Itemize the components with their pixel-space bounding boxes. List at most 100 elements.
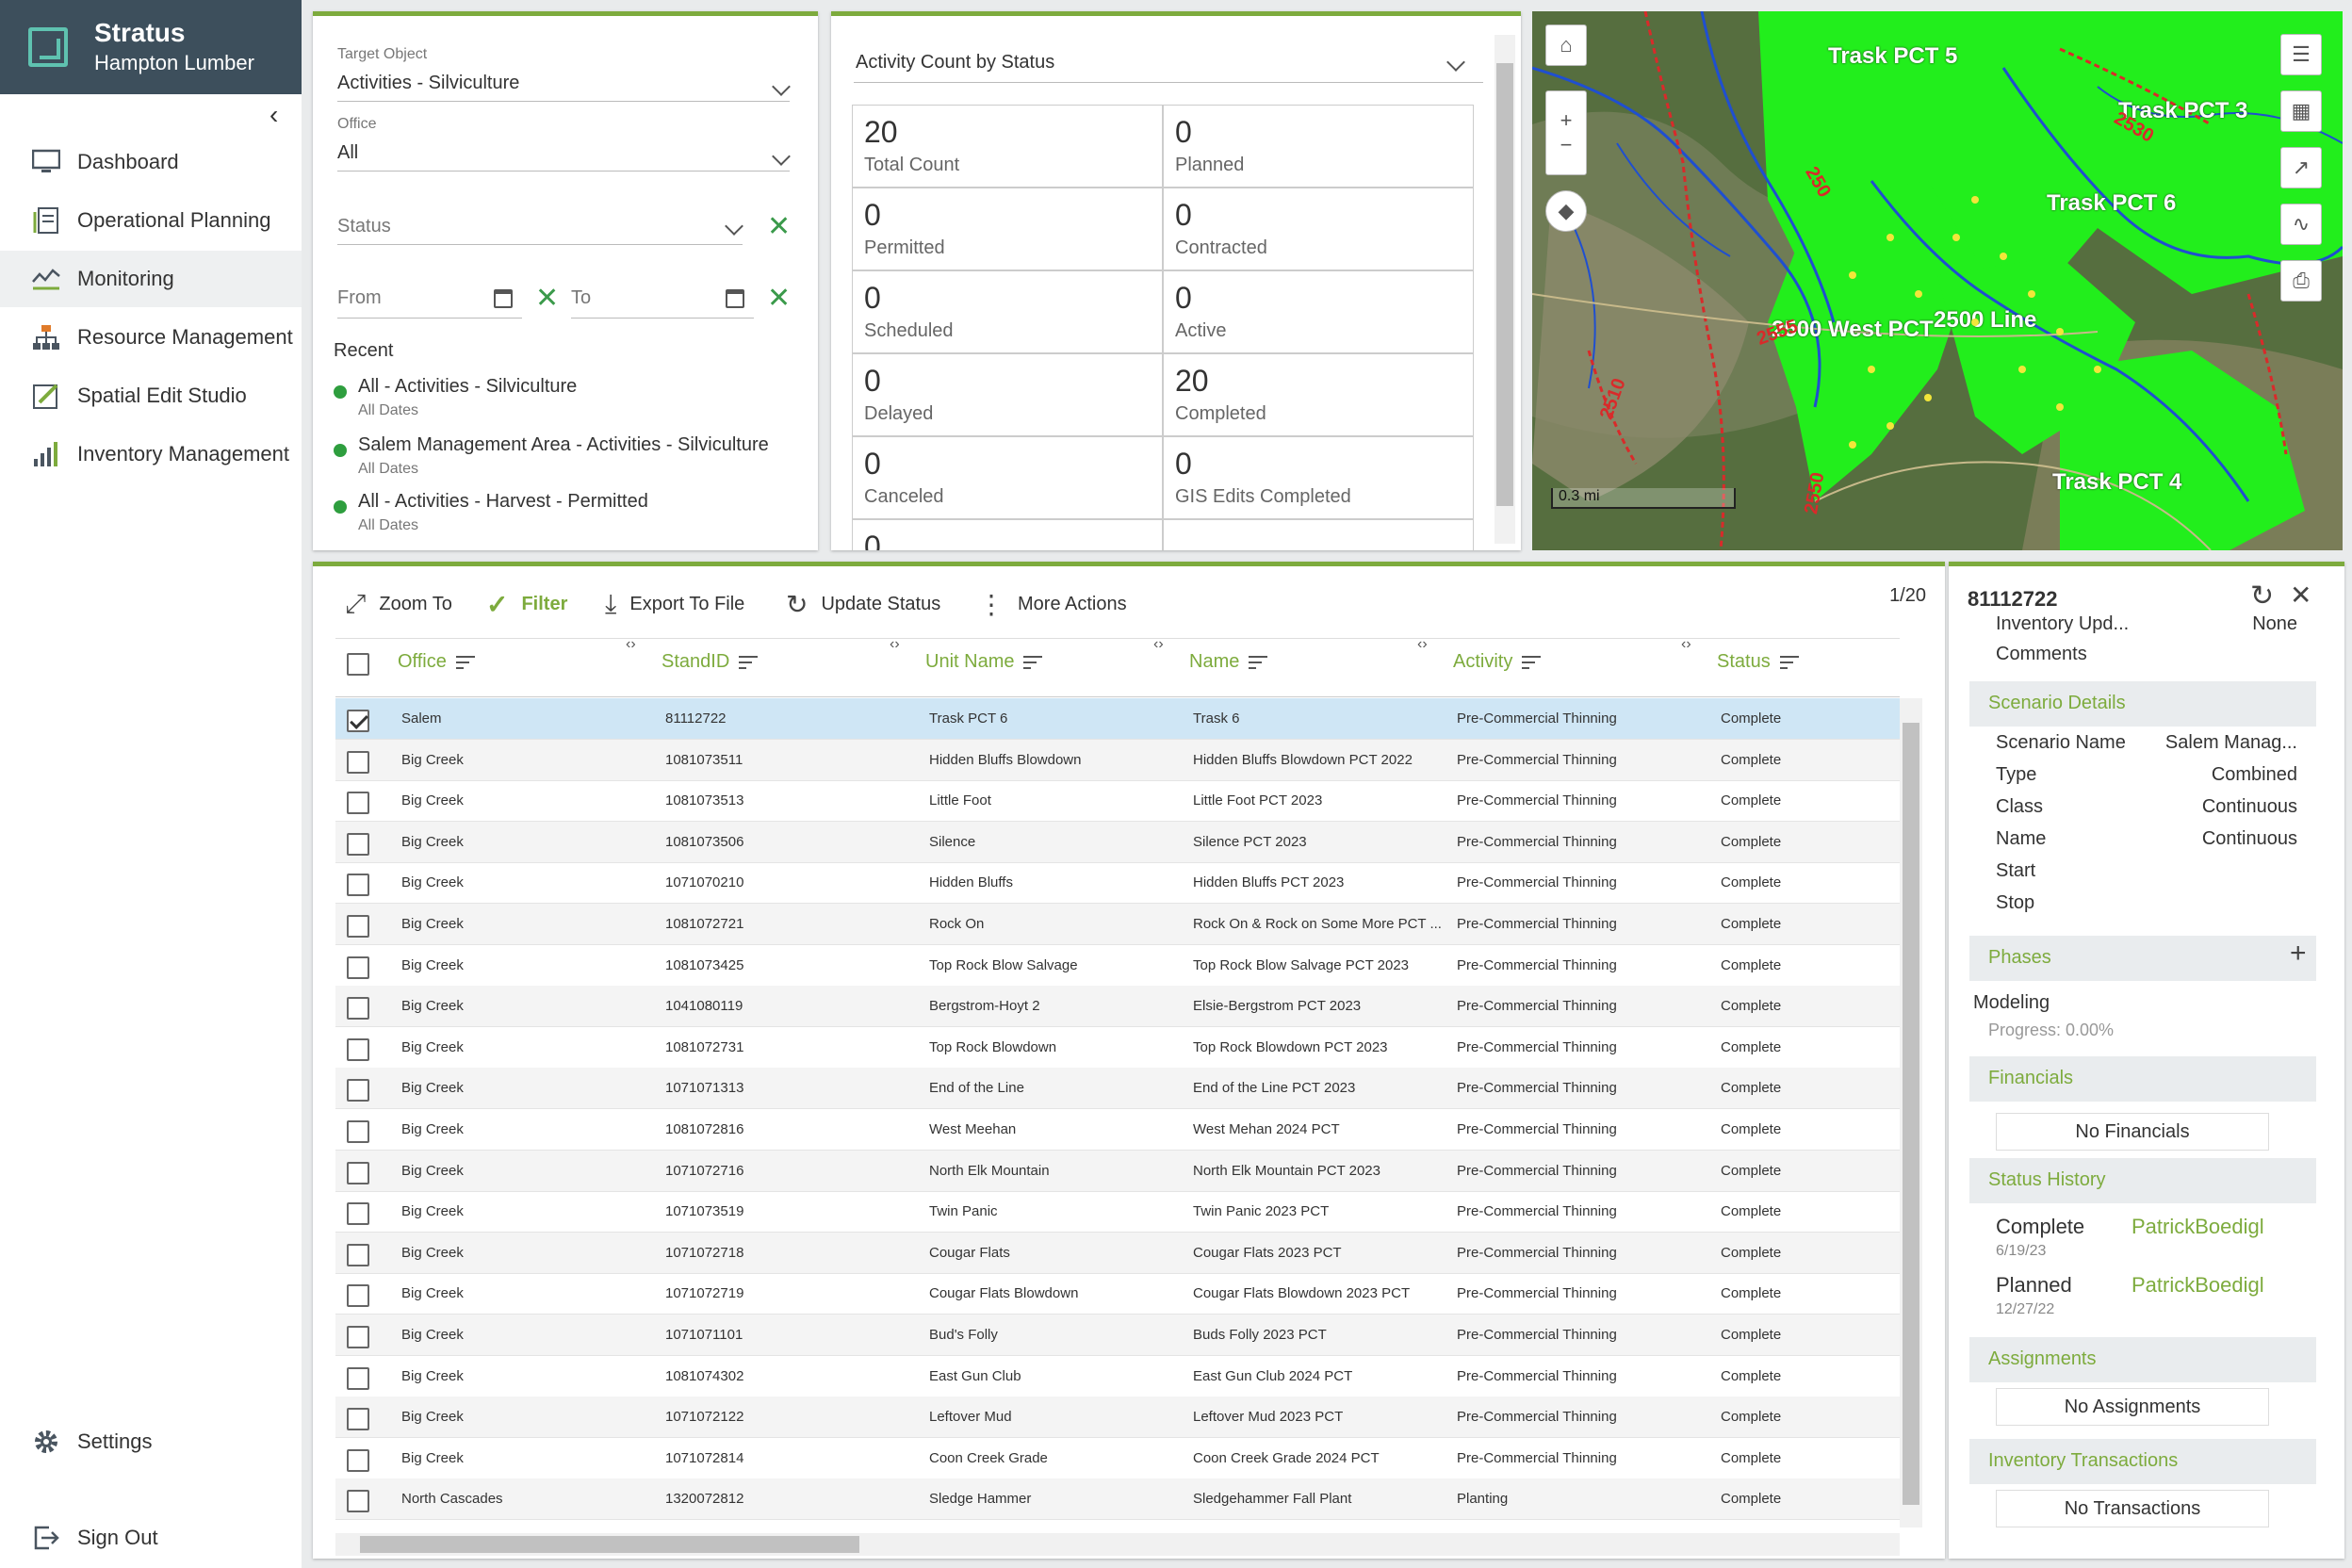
row-checkbox[interactable] [347, 1408, 369, 1431]
nav-resource-management[interactable]: Resource Management [0, 309, 302, 366]
column-resize-icon[interactable]: ‹› [626, 636, 636, 653]
column-header[interactable]: Unit Name [925, 651, 1043, 673]
sort-icon[interactable] [1249, 655, 1268, 669]
column-header[interactable]: Status [1717, 651, 1799, 673]
column-resize-icon[interactable]: ‹› [890, 636, 900, 653]
table-row[interactable]: Big Creek 1081073511 Hidden Bluffs Blowdow… [335, 739, 1900, 781]
count-cell[interactable]: 20 Total Count [852, 105, 1163, 188]
from-date-input[interactable]: From [337, 287, 382, 309]
office-select[interactable]: All [337, 142, 358, 164]
column-header[interactable]: Name [1189, 651, 1268, 673]
refresh-icon[interactable]: ↻ [2250, 580, 2274, 612]
assignments-section[interactable]: Assignments [1969, 1337, 2316, 1382]
row-checkbox[interactable] [347, 915, 369, 938]
compass-icon[interactable]: ◆ [1545, 190, 1587, 232]
table-row[interactable]: Big Creek 1081072731 Top Rock Blowdown Top … [335, 1027, 1900, 1069]
count-cell[interactable]: 0 [852, 519, 1163, 550]
column-header[interactable]: StandID [662, 651, 759, 673]
row-checkbox[interactable] [347, 1243, 369, 1266]
history-user-link[interactable]: PatrickBoedigl [2132, 1215, 2264, 1239]
sort-icon[interactable] [455, 655, 475, 669]
table-row[interactable]: Big Creek 1071072716 North Elk Mountain Nor… [335, 1150, 1900, 1192]
table-row[interactable]: Big Creek 1081073425 Top Rock Blow Salvage… [335, 945, 1900, 987]
table-row[interactable]: Big Creek 1081073513 Little Foot Little Foo… [335, 780, 1900, 823]
table-row[interactable]: Big Creek 1071072122 Leftover Mud Leftover … [335, 1396, 1900, 1439]
status-history-section[interactable]: Status History [1969, 1158, 2316, 1203]
chevron-down-icon[interactable] [725, 217, 743, 236]
zoom-in-icon[interactable]: + [1560, 108, 1573, 133]
table-row[interactable]: Big Creek 1071072718 Cougar Flats Cougar Fl… [335, 1232, 1900, 1274]
column-resize-icon[interactable]: ‹› [1417, 636, 1428, 653]
row-checkbox[interactable] [347, 1490, 369, 1513]
phases-section[interactable]: Phases [1969, 936, 2316, 981]
row-checkbox[interactable] [347, 997, 369, 1021]
update-status-button[interactable]: ↻ Update Status [786, 589, 940, 620]
table-row[interactable]: Big Creek 1081074302 East Gun Club East Gun… [335, 1356, 1900, 1397]
status-select[interactable]: Status [337, 216, 391, 237]
zoom-to-button[interactable]: ⤢ Zoom To [345, 589, 452, 620]
more-actions-button[interactable]: ⋮ More Actions [978, 589, 1127, 620]
open-external-icon[interactable]: ↗ [2280, 147, 2322, 188]
table-row[interactable]: Salem 81112722 Trask PCT 6 Trask 6 Pre-Comme… [335, 698, 1900, 740]
table-row[interactable]: Big Creek 1071073519 Twin Panic Twin Panic … [335, 1191, 1900, 1233]
count-cell[interactable]: 0 Canceled [852, 436, 1163, 519]
row-checkbox[interactable] [347, 1079, 369, 1102]
table-vertical-scrollbar[interactable] [1900, 698, 1922, 1527]
nav-spatial-edit-studio[interactable]: Spatial Edit Studio [0, 368, 302, 424]
table-row[interactable]: North Cascades 1320072812 Sledge Hammer Sle… [335, 1478, 1900, 1521]
count-cell[interactable]: 20 Completed [1163, 353, 1474, 436]
table-horizontal-scrollbar[interactable] [335, 1533, 1900, 1556]
table-row[interactable]: Big Creek 1071072814 Coon Creek Grade Coon … [335, 1438, 1900, 1479]
home-icon[interactable]: ⌂ [1545, 24, 1587, 66]
map-view[interactable]: Trask PCT 5 Trask PCT 3 Trask PCT 6 2500… [1532, 11, 2343, 550]
row-checkbox[interactable] [347, 1448, 369, 1472]
nav-sign-out[interactable]: Sign Out [0, 1510, 302, 1566]
row-checkbox[interactable] [347, 1284, 369, 1308]
to-date-input[interactable]: To [571, 287, 591, 309]
export-button[interactable]: ⤓ Export To File [605, 589, 744, 620]
table-row[interactable]: Big Creek 1071071101 Bud's Folly Buds Folly… [335, 1315, 1900, 1356]
inventory-transactions-section[interactable]: Inventory Transactions [1969, 1439, 2316, 1484]
collapse-sidebar-icon[interactable]: ‹ [270, 100, 278, 130]
nav-inventory-management[interactable]: Inventory Management [0, 426, 302, 482]
sort-icon[interactable] [739, 655, 759, 669]
column-resize-icon[interactable]: ‹› [1153, 636, 1164, 653]
row-checkbox[interactable] [347, 874, 369, 897]
activity-count-select[interactable]: Activity Count by Status [856, 52, 1054, 74]
select-all-checkbox[interactable] [347, 653, 369, 676]
row-checkbox[interactable] [347, 750, 369, 774]
sort-icon[interactable] [1023, 655, 1043, 669]
count-cell[interactable]: 0 Planned [1163, 105, 1474, 188]
sort-icon[interactable] [1522, 655, 1542, 669]
clear-from-icon[interactable]: ✕ [535, 282, 559, 315]
row-checkbox[interactable] [347, 1161, 369, 1184]
scenario-details-section[interactable]: Scenario Details [1969, 681, 2316, 727]
table-row[interactable]: Big Creek 1071071313 End of the Line End of… [335, 1068, 1900, 1110]
history-user-link[interactable]: PatrickBoedigl [2132, 1273, 2264, 1298]
column-header[interactable]: Office [398, 651, 475, 673]
nav-dashboard[interactable]: Dashboard [0, 134, 302, 190]
counts-scrollbar[interactable] [1494, 35, 1515, 544]
row-checkbox[interactable] [347, 710, 369, 732]
nav-settings[interactable]: Settings [0, 1413, 302, 1470]
row-checkbox[interactable] [347, 1202, 369, 1226]
chevron-down-icon[interactable] [1446, 53, 1465, 72]
count-cell[interactable]: 0 Active [1163, 270, 1474, 353]
basemap-gallery-icon[interactable]: ▦ [2280, 90, 2322, 132]
nav-operational-planning[interactable]: Operational Planning [0, 192, 302, 249]
calendar-icon[interactable] [726, 289, 744, 308]
clear-to-icon[interactable]: ✕ [767, 282, 791, 315]
table-row[interactable]: Big Creek 1081073506 Silence Silence PCT 20… [335, 821, 1900, 863]
table-row[interactable]: Big Creek 1071072719 Cougar Flats Blowdown… [335, 1273, 1900, 1315]
table-row[interactable]: Big Creek 1041080119 Bergstrom-Hoyt 2 Elsie… [335, 986, 1900, 1028]
target-object-select[interactable]: Activities - Silviculture [337, 73, 519, 94]
row-checkbox[interactable] [347, 1326, 369, 1348]
filter-button[interactable]: ✓ Filter [486, 589, 567, 620]
row-checkbox[interactable] [347, 1037, 369, 1061]
column-header[interactable]: Activity [1453, 651, 1542, 673]
count-cell[interactable]: 0 Scheduled [852, 270, 1163, 353]
calendar-icon[interactable] [494, 289, 513, 308]
close-icon[interactable]: ✕ [2290, 580, 2311, 611]
layer-list-icon[interactable]: ☰ [2280, 34, 2322, 75]
chevron-down-icon[interactable] [772, 147, 791, 166]
